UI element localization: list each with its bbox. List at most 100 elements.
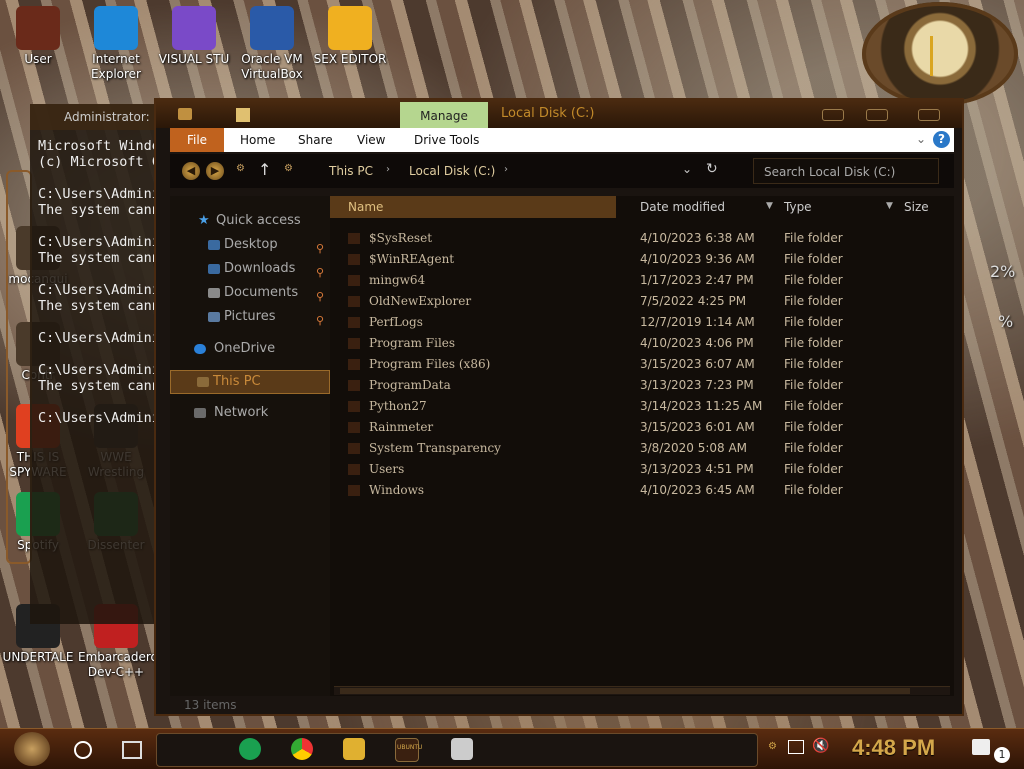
minimize-button[interactable] — [822, 109, 844, 121]
pin-icon[interactable]: ⚲ — [316, 262, 324, 284]
table-row[interactable]: Users 3/13/2023 4:51 PM File folder — [330, 459, 950, 480]
explorer-titlebar[interactable]: Manage Local Disk (C:) — [156, 100, 962, 128]
desktop-icon[interactable]: VISUAL STU — [156, 6, 232, 67]
app-chrome[interactable] — [291, 738, 313, 760]
nav-item-onedrive[interactable]: OneDrive — [170, 338, 328, 360]
nav-item-pictures[interactable]: Pictures ⚲ — [170, 306, 328, 328]
app-file-explorer[interactable] — [343, 738, 365, 760]
tab-file[interactable]: File — [170, 128, 224, 152]
tab-share[interactable]: Share — [298, 128, 333, 152]
app-icon — [328, 6, 372, 50]
table-row[interactable]: ProgramData 3/13/2023 7:23 PM File folder — [330, 375, 950, 396]
command-prompt-window[interactable]: Administrator: Microsoft Window (c) Micr… — [30, 104, 170, 624]
nav-item-documents[interactable]: Documents ⚲ — [170, 282, 328, 304]
desktop-icon-label: Internet Explorer — [91, 52, 141, 81]
nav-item-desktop[interactable]: Desktop ⚲ — [170, 234, 328, 256]
sort-chevron-icon[interactable]: ▼ — [886, 201, 893, 211]
clock-hand — [930, 36, 933, 76]
cmd-title: Administrator: — [64, 110, 150, 124]
app-spotify[interactable] — [239, 738, 261, 760]
breadcrumb-local-disk[interactable]: Local Disk (C:) — [409, 164, 495, 178]
desktop-icon[interactable]: Oracle VM VirtualBox — [234, 6, 310, 82]
close-button[interactable] — [918, 109, 940, 121]
navigation-pane: ★ Quick access Desktop ⚲ Downloads ⚲ Doc… — [170, 196, 330, 696]
help-icon[interactable]: ? — [933, 131, 950, 148]
start-button[interactable] — [14, 732, 50, 766]
network-tray-icon[interactable] — [788, 740, 804, 754]
app-icon — [250, 6, 294, 50]
address-dropdown-icon[interactable]: ⌄ — [682, 162, 692, 176]
tab-view[interactable]: View — [357, 128, 385, 152]
table-row[interactable]: Program Files (x86) 3/15/2023 6:07 AM File… — [330, 354, 950, 375]
column-header-date[interactable]: Date modified — [640, 196, 725, 218]
clock-time[interactable]: 4:48 PM — [852, 735, 935, 761]
quick-access-toolbar-icon[interactable] — [236, 108, 250, 122]
manage-tab[interactable]: Manage — [400, 102, 488, 128]
table-row[interactable]: Program Files 4/10/2023 4:06 PM File folde… — [330, 333, 950, 354]
taskbar: UBUNTU ⚙ 🔇 4:48 PM 1 — [0, 728, 1024, 769]
table-row[interactable]: PerfLogs 12/7/2019 1:14 AM File folder — [330, 312, 950, 333]
up-button[interactable]: ↑ — [258, 160, 271, 179]
file-date: 3/13/2023 7:23 PM — [640, 378, 754, 392]
back-button[interactable]: ◀ — [182, 162, 200, 180]
column-header-name[interactable]: Name — [330, 196, 616, 218]
desktop-icon[interactable]: User — [0, 6, 76, 67]
ribbon-expand-icon[interactable]: ⌄ — [916, 132, 926, 146]
window-title: Local Disk (C:) — [501, 106, 595, 121]
tab-drive-tools[interactable]: Drive Tools — [414, 128, 479, 152]
table-row[interactable]: $WinREAgent 4/10/2023 9:36 AM File folder — [330, 249, 950, 270]
search-button[interactable] — [74, 741, 92, 759]
chevron-right-icon[interactable]: › — [504, 164, 508, 175]
column-header-type[interactable]: Type — [784, 196, 812, 218]
file-name: ProgramData — [369, 378, 451, 392]
volume-icon[interactable]: 🔇 — [812, 738, 829, 754]
table-row[interactable]: mingw64 1/17/2023 2:47 PM File folder — [330, 270, 950, 291]
table-row[interactable]: Python27 3/14/2023 11:25 AM File folder — [330, 396, 950, 417]
nav-label: This PC — [213, 374, 261, 389]
file-name: OldNewExplorer — [369, 294, 472, 308]
search-input[interactable]: Search Local Disk (C:) — [753, 158, 939, 184]
notification-icon[interactable] — [972, 739, 990, 755]
app-terminal[interactable] — [451, 738, 473, 760]
horizontal-scrollbar[interactable] — [334, 686, 950, 695]
refresh-icon[interactable]: ↻ — [706, 161, 718, 177]
table-row[interactable]: OldNewExplorer 7/5/2022 4:25 PM File folde… — [330, 291, 950, 312]
table-row[interactable]: Rainmeter 3/15/2023 6:01 AM File folder — [330, 417, 950, 438]
chevron-right-icon[interactable]: › — [386, 164, 390, 175]
pin-icon[interactable]: ⚲ — [316, 310, 324, 332]
download-icon — [208, 264, 220, 274]
app-ubuntu[interactable]: UBUNTU — [395, 738, 422, 762]
desktop-icon[interactable]: Internet Explorer — [78, 6, 154, 82]
forward-button[interactable]: ▶ — [206, 162, 224, 180]
cmd-titlebar[interactable]: Administrator: — [30, 104, 170, 130]
tab-home[interactable]: Home — [240, 128, 275, 152]
maximize-button[interactable] — [866, 109, 888, 121]
desktop-icon[interactable]: SEX EDITOR — [312, 6, 388, 67]
folder-icon — [348, 296, 360, 307]
nav-item-downloads[interactable]: Downloads ⚲ — [170, 258, 328, 280]
column-header-size[interactable]: Size — [904, 196, 929, 218]
nav-item-quick-access[interactable]: ★ Quick access — [170, 210, 328, 232]
breadcrumb-this-pc[interactable]: This PC — [329, 164, 373, 178]
folder-icon — [348, 275, 360, 286]
pin-icon[interactable]: ⚲ — [316, 238, 324, 260]
file-date: 1/17/2023 2:47 PM — [640, 273, 754, 287]
nav-item-this-pc[interactable]: This PC — [170, 370, 330, 394]
app-icon — [16, 6, 60, 50]
task-view-button[interactable] — [122, 741, 142, 759]
app-icon — [172, 6, 216, 50]
file-type: File folder — [784, 399, 843, 413]
nav-item-network[interactable]: Network — [170, 402, 328, 424]
folder-icon — [348, 359, 360, 370]
recent-locations-icon[interactable]: ⚙ — [236, 163, 245, 174]
sort-chevron-icon[interactable]: ▼ — [766, 201, 773, 211]
table-row[interactable]: Windows 4/10/2023 6:45 AM File folder — [330, 480, 950, 501]
table-row[interactable]: System Transparency 3/8/2020 5:08 AM File … — [330, 438, 950, 459]
scrollbar-thumb[interactable] — [340, 688, 910, 694]
table-row[interactable]: $SysReset 4/10/2023 6:38 AM File folder — [330, 228, 950, 249]
file-explorer-window[interactable]: Manage Local Disk (C:) File Home Share V… — [156, 100, 962, 714]
file-type: File folder — [784, 483, 843, 497]
tray-gear-icon[interactable]: ⚙ — [768, 741, 777, 752]
nav-label: OneDrive — [214, 341, 276, 356]
pin-icon[interactable]: ⚲ — [316, 286, 324, 308]
